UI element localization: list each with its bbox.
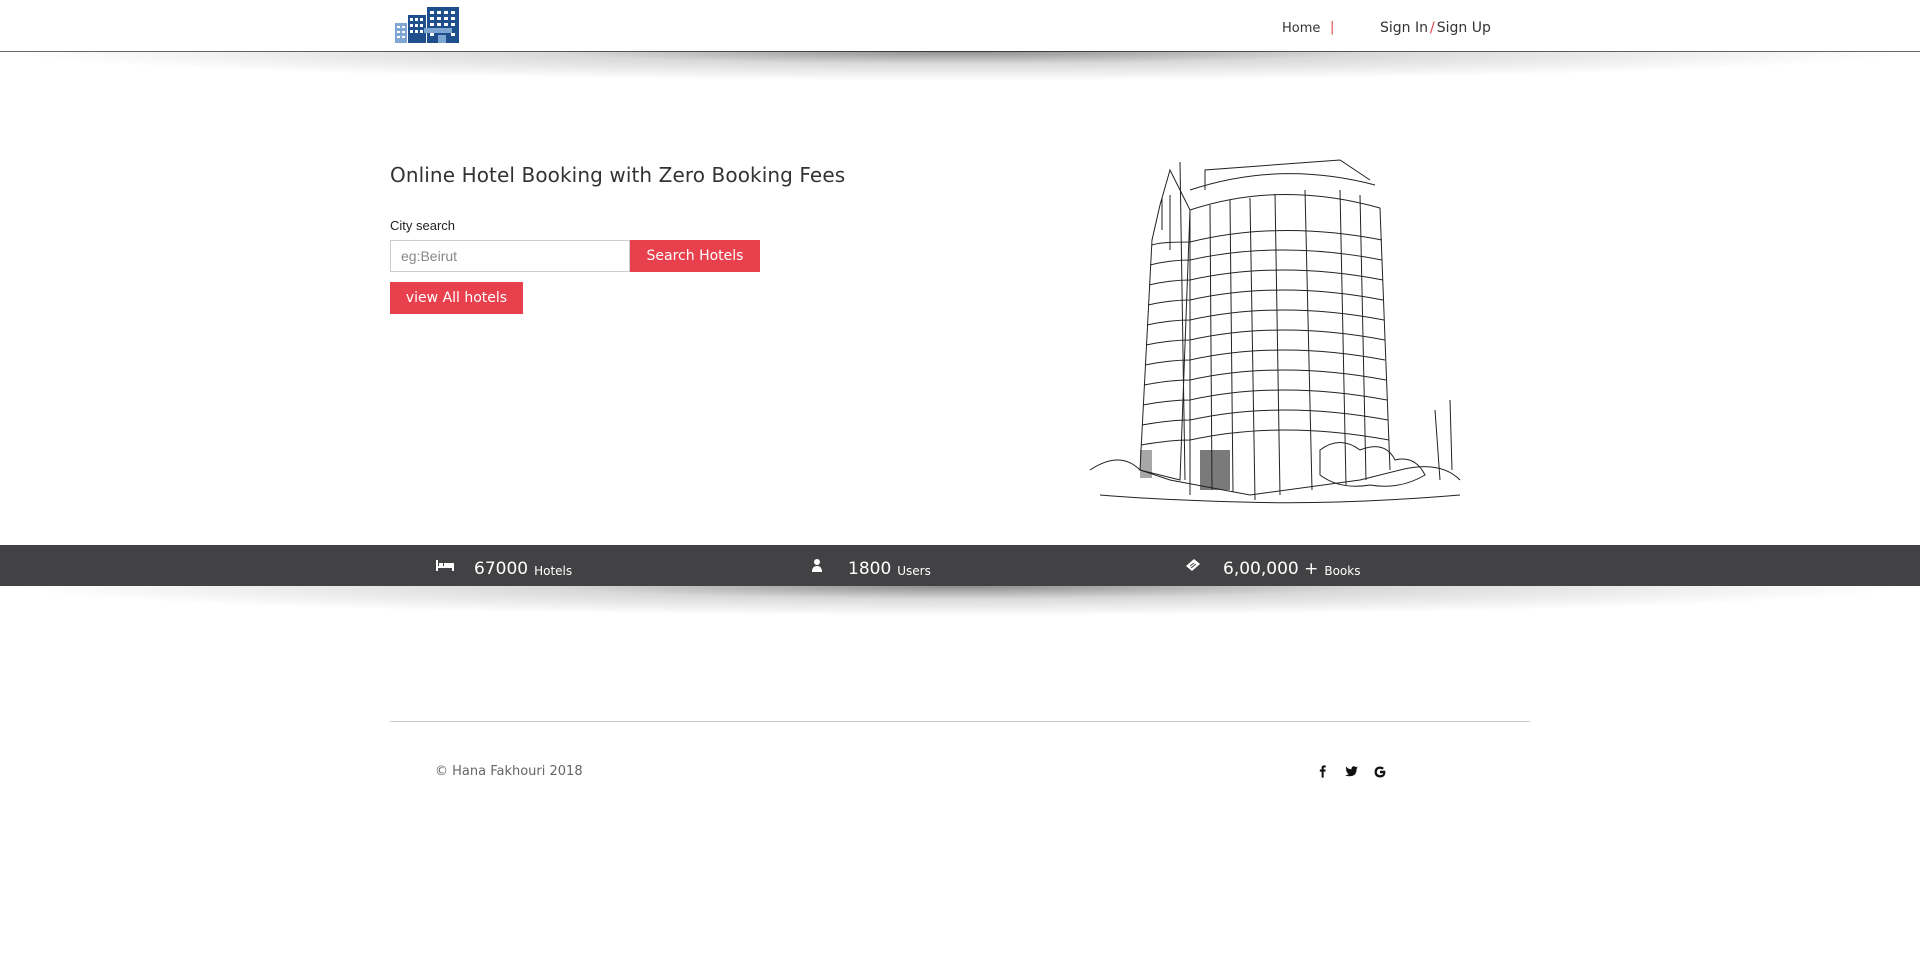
books-count: 6,00,000 +: [1223, 558, 1319, 579]
users-label: Users: [897, 563, 931, 578]
books-label: Books: [1324, 563, 1361, 578]
city-search-input[interactable]: [390, 240, 630, 272]
search-hotels-button[interactable]: Search Hotels: [630, 240, 760, 272]
nav-separator: |: [1330, 20, 1335, 35]
ticket-icon: [1185, 558, 1205, 574]
facebook-icon[interactable]: [1315, 764, 1331, 780]
auth-links: Sign In / Sign Up: [1380, 20, 1491, 36]
view-all-hotels-button[interactable]: view All hotels: [390, 282, 523, 314]
stat-hotels: 67000 Hotels: [436, 545, 572, 586]
twitter-icon[interactable]: [1343, 764, 1359, 780]
footer-divider: [390, 721, 1530, 722]
hotels-count: 67000: [474, 558, 529, 579]
google-icon[interactable]: [1372, 764, 1388, 780]
hotel-sketch-image: [1089, 159, 1461, 504]
city-search-label: City search: [390, 218, 456, 233]
stat-users: 1800 Users: [810, 545, 931, 586]
copyright-text: © Hana Fakhouri 2018: [435, 764, 583, 779]
user-icon: [810, 558, 830, 574]
sign-up-link[interactable]: Sign Up: [1437, 20, 1491, 36]
stat-books: 6,00,000 + Books: [1185, 545, 1360, 586]
bed-icon: [436, 558, 456, 574]
users-count: 1800: [848, 558, 892, 579]
sign-in-link[interactable]: Sign In: [1380, 20, 1428, 36]
page-title: Online Hotel Booking with Zero Booking F…: [390, 163, 846, 187]
hotels-label: Hotels: [534, 563, 573, 578]
auth-slash: /: [1430, 20, 1435, 36]
stats-shadow: [0, 586, 1920, 616]
nav-home-link[interactable]: Home: [1282, 21, 1320, 36]
hotel-logo[interactable]: [394, 5, 462, 45]
header-shadow: [0, 51, 1920, 81]
stats-band: 67000 Hotels 1800 Users 6,00,000 + Books: [0, 545, 1920, 586]
top-navbar: Home | Sign In / Sign Up: [0, 0, 1920, 52]
